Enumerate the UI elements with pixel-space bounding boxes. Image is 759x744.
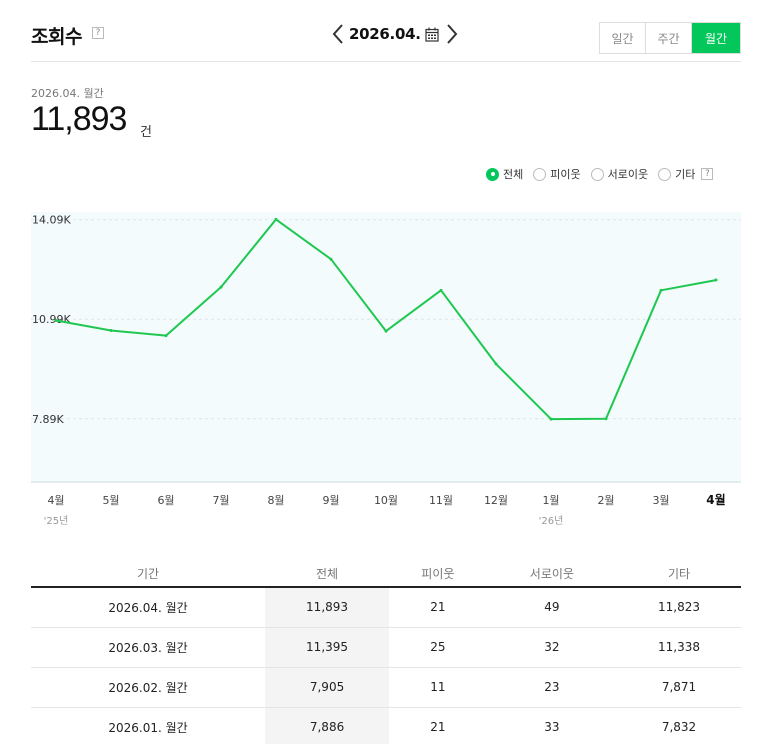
filter-mutual-neighbors[interactable]: 서로이웃 xyxy=(590,166,649,182)
y-tick-label: 7.89K xyxy=(32,413,64,426)
data-point xyxy=(494,362,498,366)
stats-header: 조회수 ? 2026.04. 일간 주간 월간 xyxy=(31,18,741,62)
filter-all[interactable]: 전체 xyxy=(486,166,523,182)
table-header-row: 기간 전체 피이웃 서로이웃 기타 xyxy=(31,560,741,588)
summary-total-value: 11,893 xyxy=(31,100,127,138)
tab-daily[interactable]: 일간 xyxy=(600,23,646,53)
column-header-total: 전체 xyxy=(265,560,389,588)
page-title: 조회수 xyxy=(31,26,82,48)
summary-period-label: 2026.04. 월간 xyxy=(31,87,104,100)
period-tabs: 일간 주간 월간 xyxy=(599,22,741,54)
radio-icon[interactable] xyxy=(590,167,604,181)
cell-period: 2026.03. 월간 xyxy=(31,627,266,668)
column-header-neighbors: 피이웃 xyxy=(389,560,487,588)
cell-period: 2026.02. 월간 xyxy=(31,667,266,708)
radio-icon[interactable] xyxy=(533,167,547,181)
table-row: 2026.02. 월간 7,905 11 23 7,871 xyxy=(31,667,741,708)
x-tick-label: 1월 xyxy=(542,494,559,507)
filter-neighbors[interactable]: 피이웃 xyxy=(533,166,581,182)
radio-icon[interactable] xyxy=(658,167,672,181)
x-tick-label: 10월 xyxy=(374,494,398,507)
x-tick-label: 9월 xyxy=(322,494,339,507)
year-label: '26년 xyxy=(539,515,564,527)
cell-total: 7,886 xyxy=(265,707,389,744)
date-navigator: 2026.04. xyxy=(331,22,459,46)
cell-period: 2026.01. 월간 xyxy=(31,707,266,744)
x-tick-label: 3월 xyxy=(652,494,669,507)
y-tick-label: 10.99K xyxy=(32,313,71,326)
radio-checked-icon[interactable] xyxy=(486,167,499,181)
help-icon[interactable]: ? xyxy=(92,27,104,39)
chevron-right-icon xyxy=(446,24,457,44)
filter-label: 기타 xyxy=(675,168,696,181)
column-header-period: 기간 xyxy=(31,560,266,588)
table-row: 2026.01. 월간 7,886 21 33 7,832 xyxy=(31,707,741,744)
cell-total: 11,395 xyxy=(265,627,389,668)
table-row: 2026.04. 월간 11,893 21 49 11,823 xyxy=(31,587,741,628)
column-header-mutual-neighbors: 서로이웃 xyxy=(486,560,618,588)
tab-weekly[interactable]: 주간 xyxy=(646,23,692,53)
x-tick-label: 12월 xyxy=(484,494,508,507)
filter-label: 피이웃 xyxy=(550,168,581,181)
cell-other: 11,338 xyxy=(617,627,741,668)
next-period-button[interactable] xyxy=(445,22,459,46)
cell-other: 7,832 xyxy=(617,707,741,744)
data-point xyxy=(109,328,113,332)
data-point xyxy=(274,217,278,221)
x-tick-label: 11월 xyxy=(429,494,453,507)
filter-label: 전체 xyxy=(503,168,524,181)
cell-total: 11,893 xyxy=(265,587,389,628)
x-tick-label: 5월 xyxy=(102,494,119,507)
prev-period-button[interactable] xyxy=(331,22,345,46)
chart-canvas: 14.09K 10.99K 7.89K 4월 5월 6월 7월 8월 9월 10월 11월 12월 1월… xyxy=(31,212,741,527)
data-point xyxy=(439,288,443,292)
data-point xyxy=(329,257,333,261)
data-point xyxy=(54,319,58,323)
tab-monthly[interactable]: 월간 xyxy=(692,23,740,53)
data-point xyxy=(384,329,388,333)
filter-label: 서로이웃 xyxy=(607,168,649,181)
x-tick-label: 6월 xyxy=(157,494,174,507)
data-point xyxy=(659,288,663,292)
cell-neighbors: 21 xyxy=(389,587,487,628)
chevron-left-icon xyxy=(332,24,343,44)
year-label: '25년 xyxy=(44,515,69,527)
x-tick-label: 2월 xyxy=(597,494,614,507)
audience-filters: 전체 피이웃 서로이웃 기타 ? xyxy=(486,166,714,182)
views-line-chart: 14.09K 10.99K 7.89K 4월 5월 6월 7월 8월 9월 10월 11월 12월 1월… xyxy=(31,185,741,535)
data-point xyxy=(714,278,718,282)
cell-mutual-neighbors: 49 xyxy=(486,587,618,628)
cell-total: 7,905 xyxy=(265,667,389,708)
data-point xyxy=(164,334,168,338)
summary-unit: 건 xyxy=(140,125,152,140)
column-header-other: 기타 xyxy=(617,560,741,588)
plot-area xyxy=(31,212,741,482)
cell-other: 11,823 xyxy=(617,587,741,628)
y-tick-label: 14.09K xyxy=(32,214,71,227)
table-row: 2026.03. 월간 11,395 25 32 11,338 xyxy=(31,627,741,668)
cell-mutual-neighbors: 33 xyxy=(486,707,618,744)
cell-other: 7,871 xyxy=(617,667,741,708)
cell-neighbors: 25 xyxy=(389,627,487,668)
calendar-icon[interactable] xyxy=(423,24,441,44)
cell-mutual-neighbors: 32 xyxy=(486,627,618,668)
data-point xyxy=(549,417,553,421)
x-tick-label: 7월 xyxy=(212,494,229,507)
data-point xyxy=(219,285,223,289)
data-point xyxy=(604,417,608,421)
cell-neighbors: 21 xyxy=(389,707,487,744)
cell-neighbors: 11 xyxy=(389,667,487,708)
x-tick-label: 4월 xyxy=(47,494,64,507)
current-period-label[interactable]: 2026.04. xyxy=(349,25,421,43)
filter-other[interactable]: 기타 xyxy=(658,166,695,182)
cell-period: 2026.04. 월간 xyxy=(31,587,266,628)
monthly-stats-table: 기간 전체 피이웃 서로이웃 기타 2026.04. 월간 11,893 21 … xyxy=(31,560,741,744)
cell-mutual-neighbors: 23 xyxy=(486,667,618,708)
x-tick-label: 4월 xyxy=(706,492,725,507)
help-icon[interactable]: ? xyxy=(701,168,714,180)
x-tick-label: 8월 xyxy=(267,494,284,507)
